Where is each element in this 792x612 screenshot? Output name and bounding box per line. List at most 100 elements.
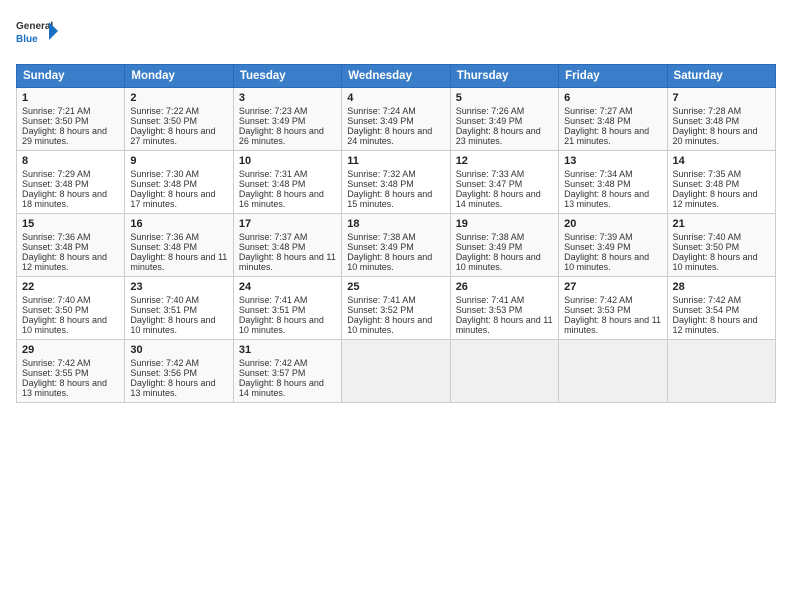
sunset: Sunset: 3:49 PM xyxy=(239,116,306,126)
daylight: Daylight: 8 hours and 11 minutes. xyxy=(239,252,336,272)
day-number: 8 xyxy=(22,155,119,167)
daylight: Daylight: 8 hours and 16 minutes. xyxy=(239,189,324,209)
day-number: 7 xyxy=(673,92,770,104)
header: General Blue xyxy=(16,16,776,54)
day-number: 29 xyxy=(22,344,119,356)
daylight: Daylight: 8 hours and 17 minutes. xyxy=(130,189,215,209)
day-number: 25 xyxy=(347,281,444,293)
day-number: 27 xyxy=(564,281,661,293)
sunset: Sunset: 3:56 PM xyxy=(130,368,197,378)
daylight: Daylight: 8 hours and 18 minutes. xyxy=(22,189,107,209)
day-header-saturday: Saturday xyxy=(667,65,775,88)
day-number: 19 xyxy=(456,218,553,230)
table-row: 25 Sunrise: 7:41 AM Sunset: 3:52 PM Dayl… xyxy=(342,277,450,340)
svg-text:Blue: Blue xyxy=(16,34,38,45)
svg-text:General: General xyxy=(16,21,53,32)
day-number: 28 xyxy=(673,281,770,293)
sunset: Sunset: 3:50 PM xyxy=(130,116,197,126)
calendar-week-row: 15 Sunrise: 7:36 AM Sunset: 3:48 PM Dayl… xyxy=(17,214,776,277)
table-row: 29 Sunrise: 7:42 AM Sunset: 3:55 PM Dayl… xyxy=(17,340,125,403)
table-row: 8 Sunrise: 7:29 AM Sunset: 3:48 PM Dayli… xyxy=(17,151,125,214)
sunrise: Sunrise: 7:42 AM xyxy=(22,358,91,368)
sunrise: Sunrise: 7:33 AM xyxy=(456,169,525,179)
table-row: 23 Sunrise: 7:40 AM Sunset: 3:51 PM Dayl… xyxy=(125,277,233,340)
sunset: Sunset: 3:48 PM xyxy=(22,242,89,252)
sunset: Sunset: 3:49 PM xyxy=(456,116,523,126)
day-header-wednesday: Wednesday xyxy=(342,65,450,88)
day-header-thursday: Thursday xyxy=(450,65,558,88)
day-number: 9 xyxy=(130,155,227,167)
table-row: 30 Sunrise: 7:42 AM Sunset: 3:56 PM Dayl… xyxy=(125,340,233,403)
sunset: Sunset: 3:48 PM xyxy=(564,116,631,126)
day-number: 16 xyxy=(130,218,227,230)
sunrise: Sunrise: 7:26 AM xyxy=(456,106,525,116)
daylight: Daylight: 8 hours and 11 minutes. xyxy=(564,315,661,335)
daylight: Daylight: 8 hours and 13 minutes. xyxy=(564,189,649,209)
table-row: 27 Sunrise: 7:42 AM Sunset: 3:53 PM Dayl… xyxy=(559,277,667,340)
table-row: 16 Sunrise: 7:36 AM Sunset: 3:48 PM Dayl… xyxy=(125,214,233,277)
sunrise: Sunrise: 7:28 AM xyxy=(673,106,742,116)
sunrise: Sunrise: 7:42 AM xyxy=(564,295,633,305)
sunset: Sunset: 3:52 PM xyxy=(347,305,414,315)
calendar-week-row: 8 Sunrise: 7:29 AM Sunset: 3:48 PM Dayli… xyxy=(17,151,776,214)
table-row: 19 Sunrise: 7:38 AM Sunset: 3:49 PM Dayl… xyxy=(450,214,558,277)
sunset: Sunset: 3:49 PM xyxy=(564,242,631,252)
daylight: Daylight: 8 hours and 13 minutes. xyxy=(22,378,107,398)
table-row: 10 Sunrise: 7:31 AM Sunset: 3:48 PM Dayl… xyxy=(233,151,341,214)
day-header-monday: Monday xyxy=(125,65,233,88)
sunrise: Sunrise: 7:32 AM xyxy=(347,169,416,179)
daylight: Daylight: 8 hours and 11 minutes. xyxy=(456,315,553,335)
table-row: 13 Sunrise: 7:34 AM Sunset: 3:48 PM Dayl… xyxy=(559,151,667,214)
daylight: Daylight: 8 hours and 10 minutes. xyxy=(673,252,758,272)
calendar-week-row: 29 Sunrise: 7:42 AM Sunset: 3:55 PM Dayl… xyxy=(17,340,776,403)
daylight: Daylight: 8 hours and 10 minutes. xyxy=(564,252,649,272)
sunset: Sunset: 3:49 PM xyxy=(456,242,523,252)
daylight: Daylight: 8 hours and 12 minutes. xyxy=(673,189,758,209)
day-header-sunday: Sunday xyxy=(17,65,125,88)
daylight: Daylight: 8 hours and 10 minutes. xyxy=(22,315,107,335)
day-number: 3 xyxy=(239,92,336,104)
sunrise: Sunrise: 7:31 AM xyxy=(239,169,308,179)
table-row: 22 Sunrise: 7:40 AM Sunset: 3:50 PM Dayl… xyxy=(17,277,125,340)
daylight: Daylight: 8 hours and 14 minutes. xyxy=(239,378,324,398)
day-number: 30 xyxy=(130,344,227,356)
daylight: Daylight: 8 hours and 12 minutes. xyxy=(673,315,758,335)
sunset: Sunset: 3:48 PM xyxy=(673,179,740,189)
day-header-row: SundayMondayTuesdayWednesdayThursdayFrid… xyxy=(17,65,776,88)
day-number: 17 xyxy=(239,218,336,230)
day-number: 12 xyxy=(456,155,553,167)
sunrise: Sunrise: 7:24 AM xyxy=(347,106,416,116)
sunset: Sunset: 3:48 PM xyxy=(130,179,197,189)
page: General Blue SundayMondayTuesdayWednesda… xyxy=(0,0,792,612)
day-number: 6 xyxy=(564,92,661,104)
sunset: Sunset: 3:49 PM xyxy=(347,116,414,126)
table-row xyxy=(559,340,667,403)
sunrise: Sunrise: 7:36 AM xyxy=(22,232,91,242)
day-number: 26 xyxy=(456,281,553,293)
sunset: Sunset: 3:48 PM xyxy=(130,242,197,252)
daylight: Daylight: 8 hours and 13 minutes. xyxy=(130,378,215,398)
day-number: 10 xyxy=(239,155,336,167)
sunrise: Sunrise: 7:40 AM xyxy=(22,295,91,305)
day-number: 4 xyxy=(347,92,444,104)
daylight: Daylight: 8 hours and 27 minutes. xyxy=(130,126,215,146)
daylight: Daylight: 8 hours and 10 minutes. xyxy=(239,315,324,335)
day-number: 24 xyxy=(239,281,336,293)
table-row: 4 Sunrise: 7:24 AM Sunset: 3:49 PM Dayli… xyxy=(342,88,450,151)
daylight: Daylight: 8 hours and 20 minutes. xyxy=(673,126,758,146)
day-number: 2 xyxy=(130,92,227,104)
sunset: Sunset: 3:49 PM xyxy=(347,242,414,252)
table-row: 9 Sunrise: 7:30 AM Sunset: 3:48 PM Dayli… xyxy=(125,151,233,214)
sunset: Sunset: 3:51 PM xyxy=(130,305,197,315)
sunset: Sunset: 3:53 PM xyxy=(456,305,523,315)
calendar: SundayMondayTuesdayWednesdayThursdayFrid… xyxy=(16,64,776,403)
day-header-tuesday: Tuesday xyxy=(233,65,341,88)
daylight: Daylight: 8 hours and 12 minutes. xyxy=(22,252,107,272)
sunset: Sunset: 3:50 PM xyxy=(22,305,89,315)
sunset: Sunset: 3:57 PM xyxy=(239,368,306,378)
daylight: Daylight: 8 hours and 10 minutes. xyxy=(456,252,541,272)
sunrise: Sunrise: 7:42 AM xyxy=(673,295,742,305)
table-row: 26 Sunrise: 7:41 AM Sunset: 3:53 PM Dayl… xyxy=(450,277,558,340)
sunset: Sunset: 3:47 PM xyxy=(456,179,523,189)
day-number: 14 xyxy=(673,155,770,167)
